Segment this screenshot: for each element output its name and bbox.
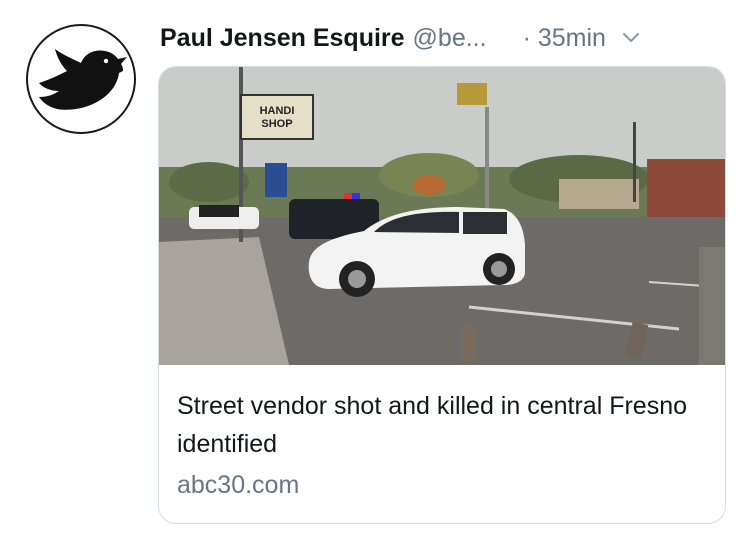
card-domain: abc30.com bbox=[177, 471, 300, 499]
svg-text:HANDI: HANDI bbox=[260, 105, 295, 117]
card-headline[interactable]: Street vendor shot and killed in central… bbox=[177, 387, 717, 463]
svg-text:SHOP: SHOP bbox=[261, 118, 292, 130]
bird-silhouette-icon bbox=[39, 49, 127, 110]
tweet-header: Paul Jensen Esquire @be... · 35min bbox=[160, 20, 730, 56]
profile-avatar[interactable] bbox=[26, 24, 136, 134]
link-preview-card[interactable]: HANDI SHOP Street vendor shot and killed… bbox=[158, 66, 726, 524]
chevron-down-icon[interactable] bbox=[620, 27, 642, 49]
card-news-photo[interactable]: HANDI SHOP bbox=[159, 67, 725, 365]
user-handle[interactable]: @be... bbox=[413, 24, 487, 53]
display-name[interactable]: Paul Jensen Esquire bbox=[160, 24, 405, 53]
tweet-timestamp[interactable]: · 35min bbox=[523, 24, 606, 53]
